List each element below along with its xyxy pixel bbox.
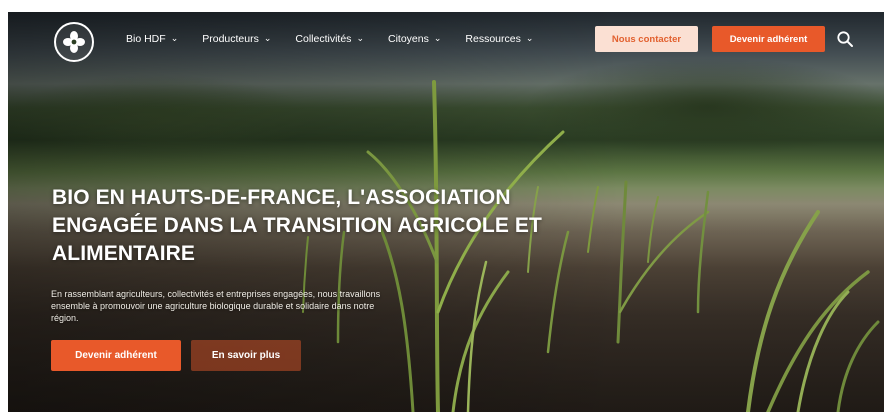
chevron-down-icon: ⌄: [433, 32, 442, 43]
nav-item-label: Ressources: [465, 33, 521, 45]
nav-item-label: Citoyens: [387, 33, 429, 45]
hero-section: Bio HDF ⌄ Producteurs ⌄ Collectivités ⌄ …: [8, 12, 884, 412]
chevron-down-icon: ⌄: [263, 32, 272, 43]
nav-item-ressources[interactable]: Ressources ⌄: [465, 32, 534, 46]
contact-button[interactable]: Nous contacter: [595, 26, 698, 52]
hero-title: BIO EN HAUTS-DE-FRANCE, L'ASSOCIATION EN…: [52, 186, 542, 265]
nav-item-citoyens[interactable]: Citoyens ⌄: [387, 32, 442, 46]
become-member-button[interactable]: Devenir adhérent: [712, 26, 825, 52]
main-nav: Bio HDF ⌄ Producteurs ⌄ Collectivités ⌄ …: [126, 32, 534, 46]
clover-flower-icon: [63, 31, 85, 53]
learn-more-button[interactable]: En savoir plus: [191, 340, 301, 371]
chevron-down-icon: ⌄: [356, 32, 364, 43]
logo[interactable]: [54, 22, 94, 62]
nav-item-label: Bio HDF: [126, 33, 166, 45]
nav-item-collectivites[interactable]: Collectivités ⌄: [295, 32, 364, 46]
nav-item-label: Producteurs: [202, 33, 259, 45]
nav-item-producteurs[interactable]: Producteurs ⌄: [202, 32, 272, 46]
hero-description: En rassemblant agriculteurs, collectivit…: [51, 289, 381, 323]
nav-item-label: Collectivités: [295, 33, 352, 45]
search-icon[interactable]: [836, 30, 854, 48]
chevron-down-icon: ⌄: [525, 32, 534, 43]
nav-item-bio-hdf[interactable]: Bio HDF ⌄: [126, 32, 179, 46]
chevron-down-icon: ⌄: [170, 32, 179, 43]
hero-become-member-button[interactable]: Devenir adhérent: [51, 340, 181, 371]
